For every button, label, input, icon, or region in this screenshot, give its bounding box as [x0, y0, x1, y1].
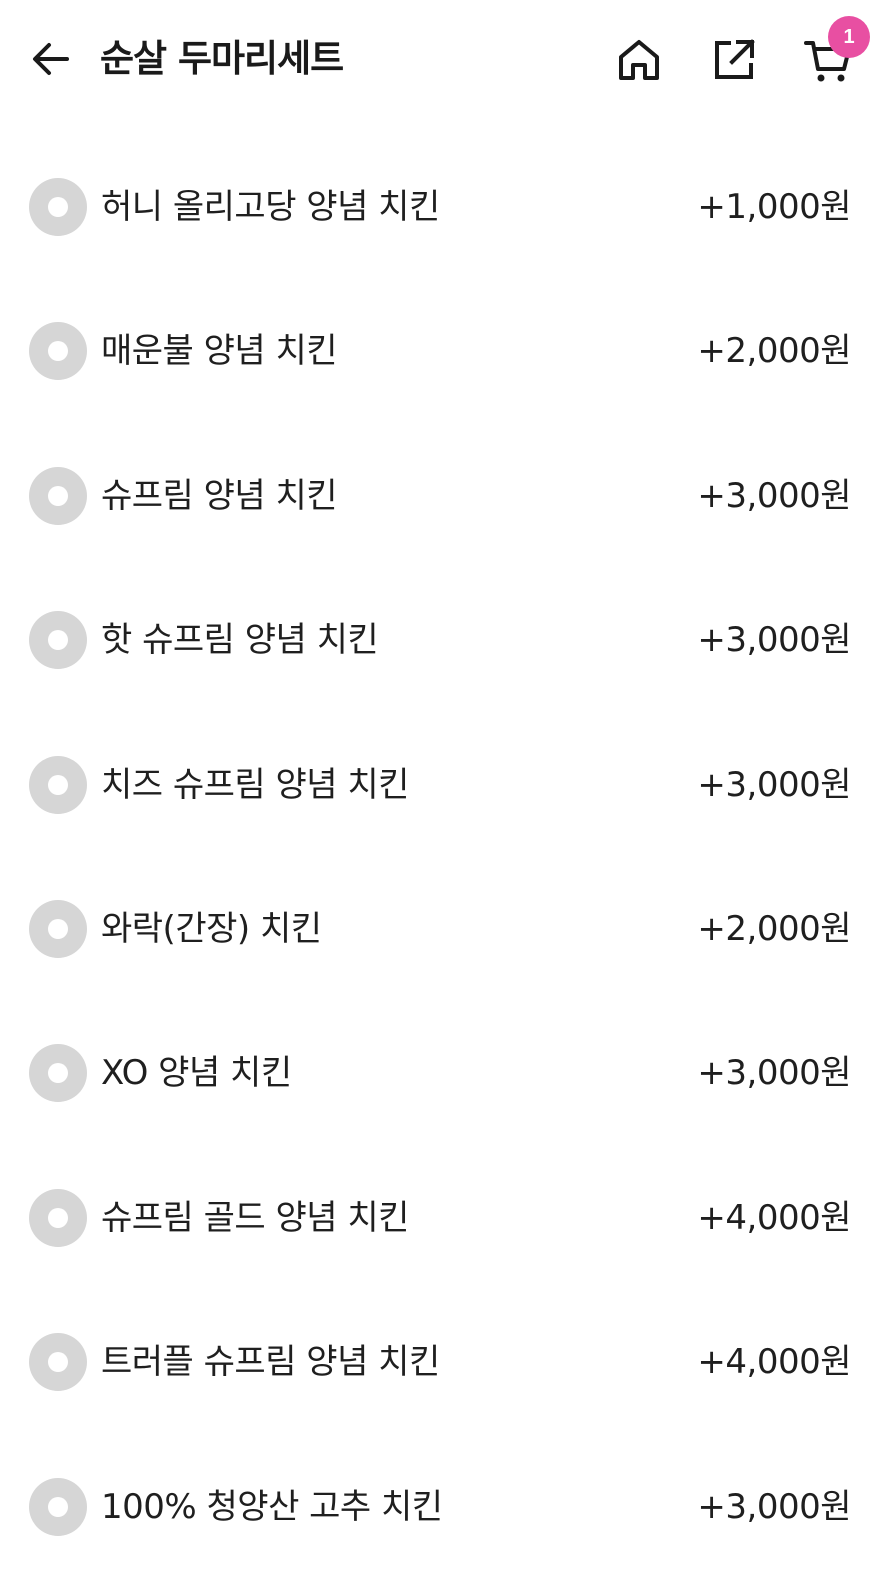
radio-dot-icon: [48, 630, 68, 651]
page-title: 순살 두마리세트: [100, 37, 344, 80]
option-price: +3,000원: [697, 1486, 851, 1527]
cart-count-badge: 1: [828, 16, 870, 58]
option-label: 100% 청양산 고추 치킨: [101, 1486, 443, 1527]
option-item[interactable]: 매운불 양념 치킨 +2,000원: [0, 279, 873, 423]
option-price: +3,000원: [697, 1053, 851, 1094]
option-item[interactable]: 슈프림 양념 치킨 +3,000원: [0, 424, 873, 568]
home-icon: [619, 40, 659, 80]
share-button[interactable]: [704, 30, 764, 90]
option-price: +1,000원: [697, 187, 851, 227]
option-price: +3,000원: [697, 475, 851, 516]
radio-button[interactable]: [29, 899, 87, 958]
radio-button[interactable]: [29, 466, 87, 525]
option-item[interactable]: 트러플 슈프림 양념 치킨 +4,000원: [0, 1290, 873, 1434]
radio-dot-icon: [48, 197, 68, 217]
radio-button[interactable]: [29, 611, 87, 670]
option-item[interactable]: XO 양념 치킨 +3,000원: [0, 1001, 873, 1145]
option-item[interactable]: 허니 올리고당 양념 치킨 +1,000원: [0, 135, 873, 279]
option-label: 와락(간장) 치킨: [101, 908, 322, 949]
radio-dot-icon: [48, 1352, 68, 1373]
radio-button[interactable]: [29, 755, 87, 814]
option-label: 슈프림 골드 양념 치킨: [101, 1197, 409, 1238]
option-item[interactable]: 치즈 슈프림 양념 치킨 +3,000원: [0, 713, 873, 857]
radio-button[interactable]: [29, 1188, 87, 1247]
share-icon: [715, 39, 755, 79]
radio-dot-icon: [48, 1496, 68, 1517]
option-label: 치즈 슈프림 양념 치킨: [101, 764, 409, 805]
option-label: 핫 슈프림 양념 치킨: [101, 620, 379, 661]
option-price: +4,000원: [697, 1342, 851, 1383]
option-item[interactable]: 핫 슈프림 양념 치킨 +3,000원: [0, 568, 873, 712]
option-label: 슈프림 양념 치킨: [101, 475, 338, 516]
radio-button[interactable]: [29, 1333, 87, 1392]
radio-dot-icon: [48, 485, 68, 506]
option-label: 매운불 양념 치킨: [101, 331, 338, 372]
top-bar: 순살 두마리세트 1: [0, 0, 873, 118]
home-button[interactable]: [609, 30, 669, 90]
radio-dot-icon: [48, 918, 68, 939]
option-item[interactable]: 100% 청양산 고추 치킨 +3,000원: [0, 1435, 873, 1579]
radio-button[interactable]: [29, 1044, 87, 1103]
option-label: 허니 올리고당 양념 치킨: [101, 187, 440, 227]
radio-button[interactable]: [29, 1477, 87, 1536]
option-label: 트러플 슈프림 양념 치킨: [101, 1342, 440, 1383]
option-price: +2,000원: [697, 331, 851, 372]
arrow-left-icon: [33, 43, 69, 75]
option-item[interactable]: 슈프림 골드 양념 치킨 +4,000원: [0, 1146, 873, 1290]
option-price: +3,000원: [697, 620, 851, 661]
option-label: XO 양념 치킨: [101, 1053, 292, 1094]
option-item[interactable]: 와락(간장) 치킨 +2,000원: [0, 857, 873, 1001]
option-list: 허니 올리고당 양념 치킨 +1,000원 매운불 양념 치킨 +2,000원 …: [0, 135, 873, 1579]
option-price: +4,000원: [697, 1197, 851, 1238]
back-button[interactable]: [22, 30, 80, 88]
radio-button[interactable]: [29, 322, 87, 381]
radio-dot-icon: [48, 1207, 68, 1228]
radio-button[interactable]: [29, 178, 87, 236]
radio-dot-icon: [48, 341, 68, 362]
radio-dot-icon: [48, 774, 68, 795]
radio-dot-icon: [48, 1063, 68, 1084]
option-price: +2,000원: [697, 908, 851, 949]
option-price: +3,000원: [697, 764, 851, 805]
